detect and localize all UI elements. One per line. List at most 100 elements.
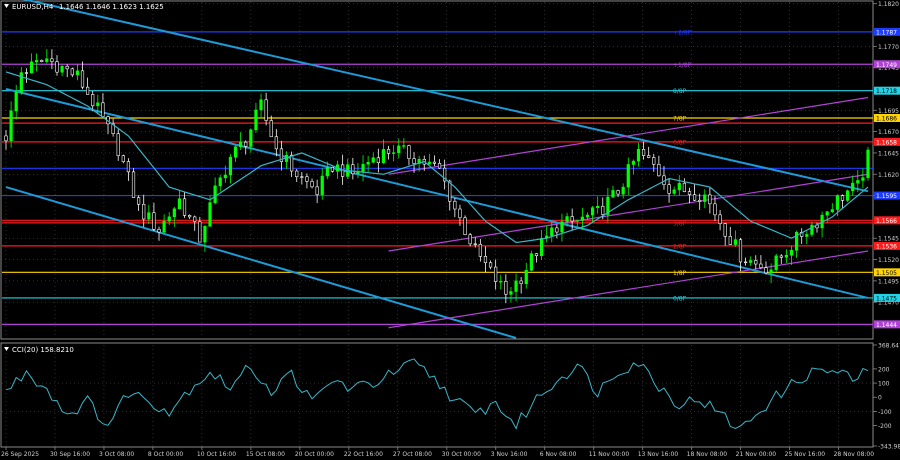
candle-body	[361, 163, 365, 172]
candle	[24, 68, 29, 83]
chart-window[interactable]: +2/8P +1/8P 8/8P 7/8P 6/8P 3/8P 2/8P 1/8P 0/8P 1…	[0, 0, 900, 460]
trend-channels	[5, 0, 869, 339]
candle-body	[652, 157, 656, 165]
candle	[820, 211, 824, 238]
candle	[300, 172, 304, 185]
time-tick-label: 18 Nov 08:00	[687, 451, 728, 458]
price-tick-label: 1.1645	[878, 150, 899, 157]
candle	[805, 231, 809, 245]
candle-body	[779, 255, 783, 258]
candle-body	[203, 225, 207, 243]
candle-body	[50, 58, 54, 62]
murrey-label: 3/8P	[673, 220, 687, 227]
candle-body	[687, 191, 692, 195]
symbol-timeframe: EURUSD,H4	[12, 3, 54, 11]
time-tick-label: 20 Oct 00:00	[295, 451, 334, 458]
candle-body	[631, 160, 635, 165]
moving-average-line	[5, 71, 869, 244]
candle-body	[19, 72, 23, 93]
price-chart[interactable]: +2/8P +1/8P 8/8P 7/8P 6/8P 3/8P 2/8P 1/8P 0/8P 1…	[0, 0, 900, 460]
level-price-tag-label: 1.1658	[876, 139, 897, 146]
candle	[840, 194, 845, 209]
time-axis: 26 Sep 2025 30 Sep 16:00 3 Oct 08:00 8 Oct …	[1, 447, 874, 458]
candle	[453, 198, 457, 218]
candle-body	[565, 216, 569, 222]
candle-body	[402, 145, 406, 147]
candle-body	[126, 161, 131, 173]
candle-body	[641, 149, 646, 156]
candle	[667, 178, 671, 203]
price-tick-label: 1.1770	[878, 44, 899, 51]
candle	[376, 148, 380, 173]
candle	[116, 129, 120, 161]
candle	[534, 253, 539, 263]
candle	[264, 92, 268, 126]
candle-body	[101, 102, 105, 117]
candle-body	[218, 177, 222, 187]
candle-body	[371, 157, 375, 163]
time-tick-label: 3 Oct 08:00	[99, 451, 134, 458]
candle-body	[96, 102, 100, 107]
price-tick-label: 1.1695	[878, 108, 899, 115]
main-header: EURUSD,H4 1.1646 1.1646 1.1623 1.1625	[4, 3, 164, 11]
candle-body	[509, 291, 513, 295]
candle-body	[856, 180, 860, 184]
candle	[647, 146, 651, 159]
candle	[427, 154, 431, 165]
candle	[137, 195, 141, 211]
candle	[759, 255, 763, 270]
time-tick-label: 6 Nov 08:00	[540, 451, 577, 458]
candle-body	[75, 70, 80, 76]
candles[interactable]	[4, 49, 870, 304]
candle-body	[432, 161, 437, 164]
candle	[147, 204, 151, 225]
candle-body	[539, 238, 544, 257]
price-panel-frame	[0, 0, 874, 340]
level-price-tag-label: 1.1787	[876, 29, 897, 36]
candle-body	[233, 146, 238, 158]
candle	[596, 196, 600, 214]
candle-body	[142, 203, 146, 220]
cci-header: CCI(20) 158.8210	[4, 346, 74, 354]
candle	[157, 226, 161, 241]
candle-body	[35, 60, 39, 63]
candle-body	[152, 212, 156, 230]
murrey-label: 8/8P	[673, 88, 687, 95]
candle-body	[534, 253, 539, 257]
candle	[519, 276, 523, 294]
candle-body	[468, 234, 472, 245]
candle-body	[703, 194, 707, 202]
level-price-tag-label: 1.1749	[876, 62, 897, 69]
candle-body	[244, 141, 248, 147]
candle-body	[269, 120, 273, 138]
candle-body	[805, 234, 809, 237]
candle-body	[601, 205, 605, 215]
time-tick-label: 10 Oct 16:00	[197, 451, 236, 458]
candle-body	[386, 149, 391, 154]
candle-body	[483, 256, 488, 264]
candle	[259, 93, 263, 119]
candle-body	[392, 152, 396, 154]
candle	[713, 196, 717, 222]
candle	[239, 132, 243, 150]
candle	[718, 209, 722, 231]
dropdown-triangle-icon[interactable]	[4, 4, 9, 8]
candle-body	[478, 244, 482, 257]
candle	[851, 175, 855, 196]
candle-body	[636, 149, 641, 162]
cci-tick-label: 100	[878, 381, 890, 388]
candle-body	[315, 186, 319, 195]
candle	[631, 159, 635, 175]
time-tick-label: 27 Oct 08:00	[393, 451, 432, 458]
dropdown-triangle-icon[interactable]	[4, 347, 9, 351]
candle-body	[550, 227, 554, 237]
candle-body	[80, 70, 85, 88]
candle	[111, 118, 115, 137]
level-price-tag-label: 1.1536	[876, 243, 897, 250]
time-tick-label: 26 Sep 2025	[1, 451, 39, 458]
price-axis: 1.18201.17701.17451.16951.16701.16451.16…	[873, 1, 900, 329]
candle	[754, 255, 758, 270]
candle-body	[825, 211, 829, 216]
candle-body	[738, 239, 743, 263]
candle	[70, 67, 74, 78]
